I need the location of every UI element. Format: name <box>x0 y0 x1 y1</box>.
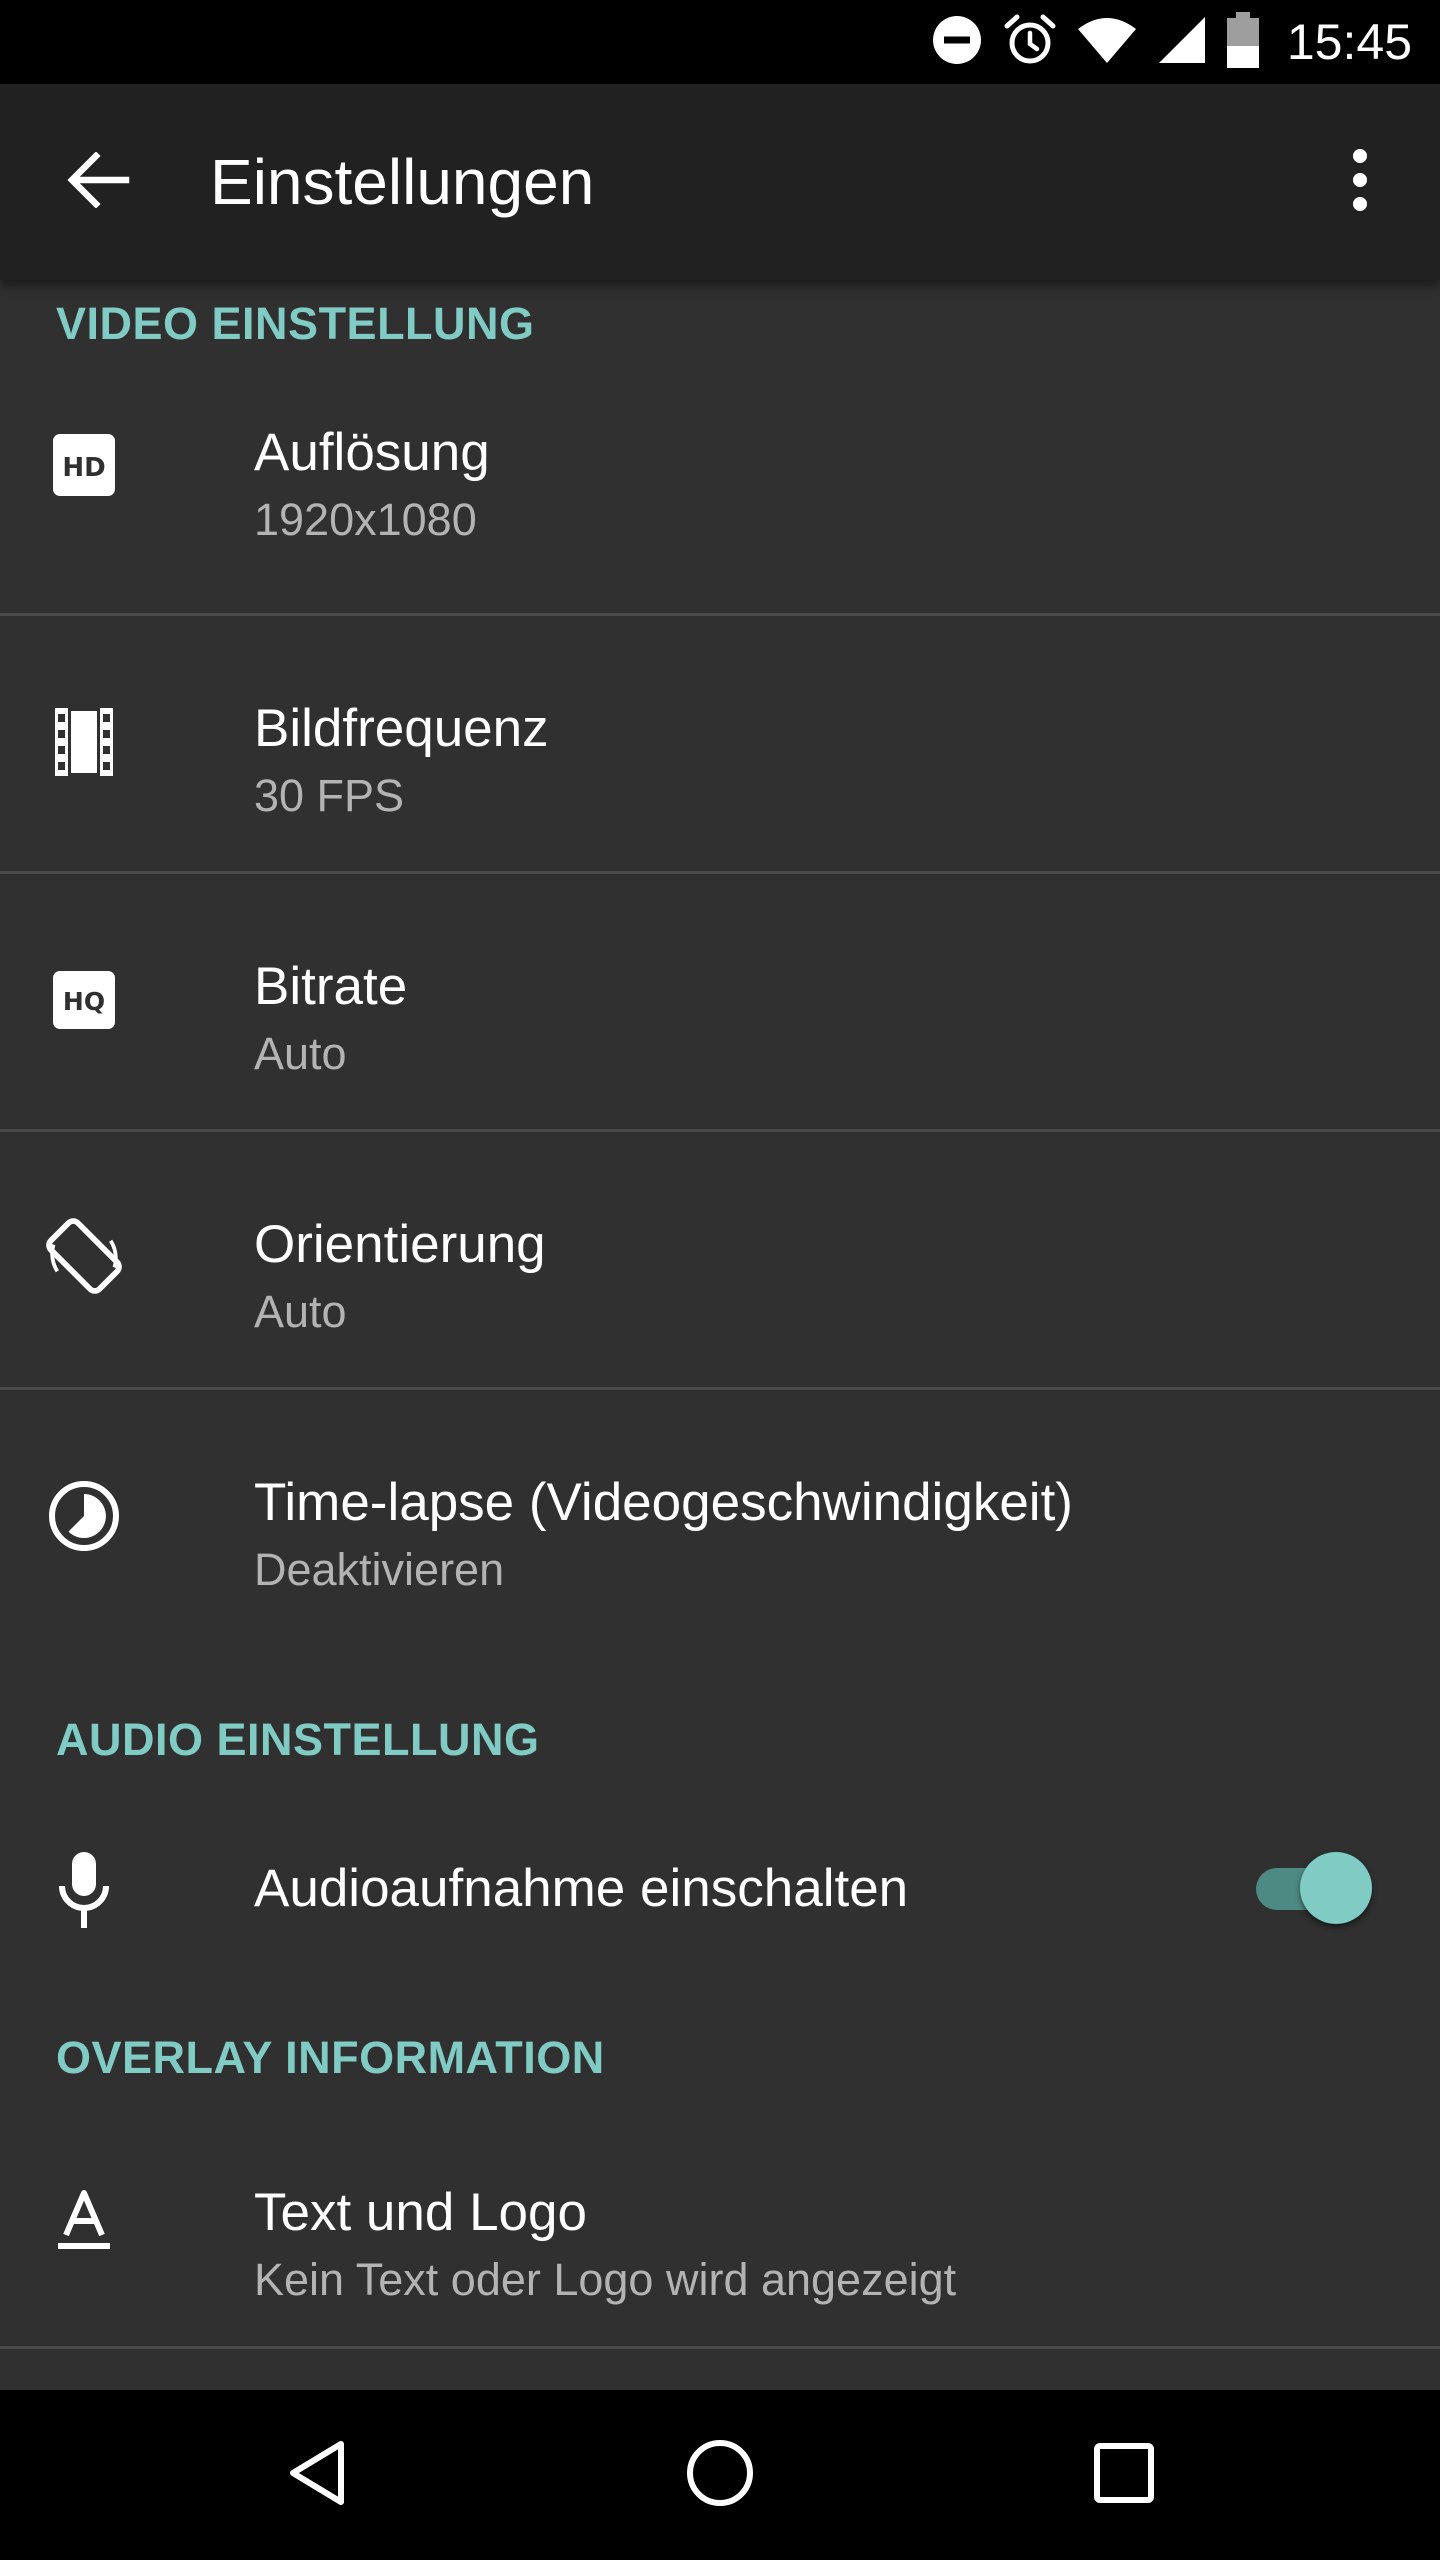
status-icons: 15:45 <box>931 0 1412 84</box>
pref-summary: Kein Text oder Logo wird angezeigt <box>254 2254 957 2305</box>
navigation-bar <box>0 2390 1440 2560</box>
pref-timelapse[interactable]: Time-lapse (Videogeschwindigkeit) Deakti… <box>0 1390 1440 1645</box>
nav-home-icon <box>685 2438 755 2513</box>
text-format-icon <box>44 2180 124 2260</box>
pref-resolution[interactable]: HD Auflösung 1920x1080 <box>0 340 1440 594</box>
battery-icon <box>1226 11 1259 73</box>
back-button[interactable] <box>50 142 146 222</box>
pref-summary: Deaktivieren <box>254 1544 505 1595</box>
pref-title: Text und Logo <box>254 2183 587 2242</box>
status-bar: 15:45 <box>0 0 1440 84</box>
pref-framerate[interactable]: Bildfrequenz 30 FPS <box>0 616 1440 871</box>
status-time: 15:45 <box>1286 14 1412 70</box>
hd-icon: HD <box>44 425 124 505</box>
pref-summary: Auto <box>254 1028 347 1079</box>
section-header-audio: AUDIO EINSTELLUNG <box>56 1714 540 1765</box>
svg-text:HQ: HQ <box>63 987 105 1016</box>
pref-title: Audioaufnahme einschalten <box>254 1859 909 1918</box>
nav-back-button[interactable] <box>266 2425 366 2525</box>
pref-title: Auflösung <box>254 423 490 482</box>
pref-title: Time-lapse (Videogeschwindigkeit) <box>254 1473 1073 1532</box>
pref-text-logo[interactable]: Text und Logo Kein Text oder Logo wird a… <box>0 2100 1440 2355</box>
mic-icon <box>44 1850 124 1930</box>
screen-rotation-icon <box>44 1216 124 1296</box>
pref-bitrate[interactable]: HQ Bitrate Auto <box>0 874 1440 1129</box>
hq-icon: HQ <box>44 960 124 1040</box>
divider <box>0 2346 1440 2349</box>
switch-thumb <box>1300 1852 1372 1924</box>
settings-list: VIDEO EINSTELLUNG HD Auflösung 1920x1080… <box>0 280 1440 2390</box>
section-header-overlay: OVERLAY INFORMATION <box>56 2032 605 2083</box>
nav-recents-icon <box>1093 2442 1155 2509</box>
pref-summary: 30 FPS <box>254 770 405 821</box>
timelapse-icon <box>44 1476 124 1556</box>
nav-recents-button[interactable] <box>1074 2425 1174 2525</box>
alarm-icon <box>1003 13 1057 72</box>
app-bar: Einstellungen <box>0 84 1440 280</box>
nav-back-icon <box>285 2438 347 2513</box>
pref-title: Bitrate <box>254 957 408 1016</box>
page-title: Einstellungen <box>210 146 595 218</box>
pref-orientation[interactable]: Orientierung Auto <box>0 1132 1440 1387</box>
signal-icon <box>1157 15 1207 70</box>
pref-summary: Auto <box>254 1286 347 1337</box>
wifi-icon <box>1077 15 1137 70</box>
do-not-disturb-icon <box>931 14 983 71</box>
film-icon <box>44 702 124 782</box>
pref-summary: 1920x1080 <box>254 494 477 545</box>
pref-title: Bildfrequenz <box>254 699 549 758</box>
more-vert-icon <box>1350 148 1370 217</box>
nav-home-button[interactable] <box>670 2425 770 2525</box>
overflow-menu-button[interactable] <box>1310 134 1410 230</box>
audio-recording-toggle[interactable] <box>1256 1852 1372 1924</box>
pref-title: Orientierung <box>254 1215 546 1274</box>
arrow-back-icon <box>66 150 130 213</box>
svg-text:HD: HD <box>62 453 105 483</box>
pref-audio-recording[interactable]: Audioaufnahme einschalten <box>0 1800 1440 1990</box>
